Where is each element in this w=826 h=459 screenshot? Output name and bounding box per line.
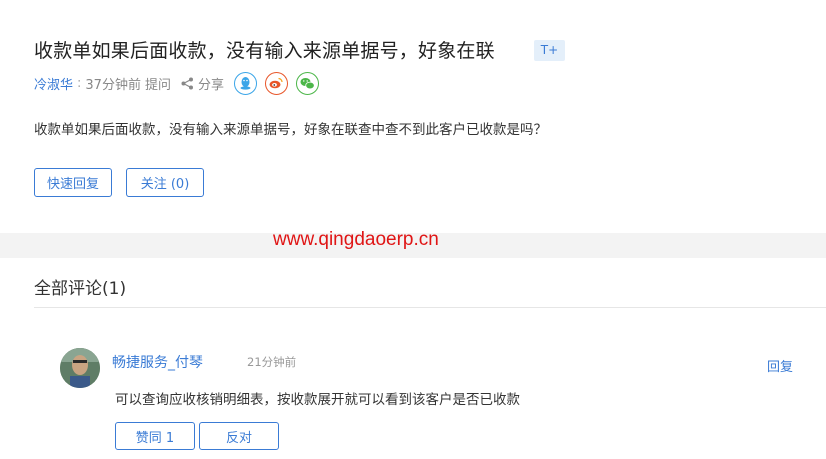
author-link[interactable]: 冷淑华 (34, 74, 73, 93)
oppose-button[interactable]: 反对 (199, 422, 279, 450)
follow-button[interactable]: 关注 (0) (126, 168, 204, 197)
question-title: 收款单如果后面收款，没有输入来源单据号，好象在联 (34, 40, 495, 62)
wechat-icon[interactable] (295, 71, 319, 95)
comment-reply-link[interactable]: 回复 (767, 356, 793, 375)
post-action: 提问 (144, 77, 171, 93)
post-time: 37分钟前 (85, 77, 141, 93)
quick-reply-button[interactable]: 快速回复 (34, 168, 112, 197)
weibo-icon[interactable] (264, 71, 288, 95)
avatar[interactable] (60, 348, 100, 388)
watermark: www.qingdaoerp.cn (273, 229, 439, 250)
share-label: 分享 (197, 77, 224, 93)
qq-icon[interactable] (233, 71, 257, 95)
share-icon (181, 77, 193, 89)
font-size-toggle[interactable]: T+ (534, 40, 565, 61)
meta-separator: : (77, 75, 82, 91)
comment-username[interactable]: 畅捷服务_付琴 (112, 352, 203, 372)
share-button[interactable]: 分享 (181, 74, 224, 93)
comments-divider (34, 307, 826, 308)
comment-time: 21分钟前 (247, 355, 297, 369)
comment-text: 可以查询应收核销明细表，按收款展开就可以看到该客户是否已收款 (115, 392, 520, 408)
agree-button[interactable]: 赞同 1 (115, 422, 195, 450)
question-meta: 冷淑华 : 37分钟前 提问 分享 (34, 71, 319, 95)
comments-heading: 全部评论(1) (34, 279, 127, 299)
question-body: 收款单如果后面收款，没有输入来源单据号，好象在联查中查不到此客户已收款是吗？ (34, 122, 547, 138)
